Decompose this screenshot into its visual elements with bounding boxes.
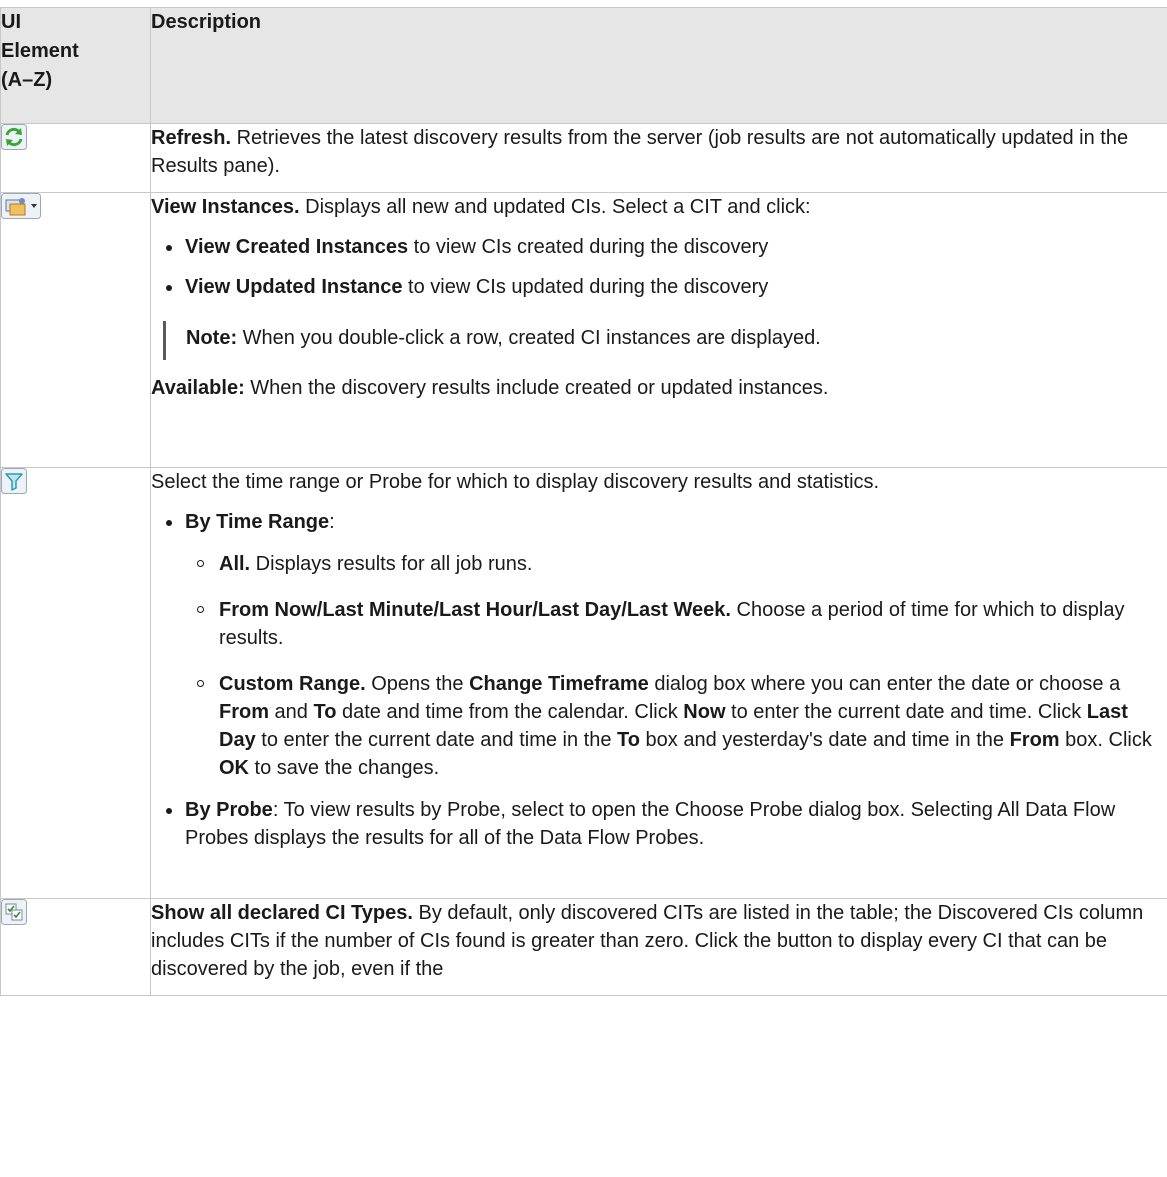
sub-bold: OK xyxy=(219,757,249,779)
header-ui-element: UI Element (A–Z) xyxy=(1,8,151,124)
list-item: By Probe: To view results by Probe, sele… xyxy=(151,796,1167,852)
note-label: Note: xyxy=(186,327,237,349)
sub-text: Displays results for all job runs. xyxy=(250,553,532,575)
sub-text: Opens the xyxy=(366,673,469,695)
sub-bold: Change Timeframe xyxy=(469,673,649,695)
icon-cell xyxy=(1,899,151,996)
bullet-title: By Time Range xyxy=(185,511,329,533)
list-item: View Created Instances to view CIs creat… xyxy=(151,233,1167,261)
sub-bold: From xyxy=(1010,729,1060,751)
sub-text: to save the changes. xyxy=(249,757,439,779)
header-ui-line3: (A–Z) xyxy=(1,66,150,95)
sub-text: to enter the current date and time. Clic… xyxy=(726,701,1087,723)
show-all-types-icon[interactable] xyxy=(1,899,27,933)
header-ui-line1: UI xyxy=(1,8,150,37)
refresh-icon[interactable] xyxy=(1,124,27,158)
icon-cell xyxy=(1,468,151,899)
sub-title: Custom Range. xyxy=(219,673,366,695)
bullet-title: View Created Instances xyxy=(185,236,408,258)
table-row-refresh: Refresh. Retrieves the latest discovery … xyxy=(1,124,1167,193)
description-cell: Show all declared CI Types. By default, … xyxy=(151,899,1167,996)
row-title: Show all declared CI Types. xyxy=(151,902,413,924)
note-box: Note: When you double-click a row, creat… xyxy=(163,321,1167,360)
row-text: Retrieves the latest discovery results f… xyxy=(151,127,1128,177)
sub-text: date and time from the calendar. Click xyxy=(336,701,683,723)
sub-text: to enter the current date and time in th… xyxy=(256,729,617,751)
list-item: View Updated Instance to view CIs update… xyxy=(151,273,1167,301)
sub-list-item: All. Displays results for all job runs. xyxy=(185,550,1167,578)
icon-cell xyxy=(1,193,151,468)
row-text: Select the time range or Probe for which… xyxy=(151,468,1167,496)
bullet-text: to view CIs created during the discovery xyxy=(408,236,768,258)
available-text: When the discovery results include creat… xyxy=(245,377,829,399)
row-text: Displays all new and updated CIs. Select… xyxy=(300,196,811,218)
description-cell: Select the time range or Probe for which… xyxy=(151,468,1167,899)
header-description: Description xyxy=(151,8,1167,124)
available-label: Available: xyxy=(151,377,245,399)
note-text: When you double-click a row, created CI … xyxy=(237,327,821,349)
sub-text: box and yesterday's date and time in the xyxy=(640,729,1010,751)
row-title: Refresh. xyxy=(151,127,231,149)
sub-bold: To xyxy=(313,701,336,723)
sub-text: box. Click xyxy=(1060,729,1152,751)
icon-cell xyxy=(1,124,151,193)
sub-text: and xyxy=(269,701,313,723)
list-item: By Time Range: All. Displays results for… xyxy=(151,508,1167,782)
filter-icon[interactable] xyxy=(1,468,27,502)
sub-title: From Now/Last Minute/Last Hour/Last Day/… xyxy=(219,599,731,621)
sub-bold: To xyxy=(617,729,640,751)
table-row-show-all-types: Show all declared CI Types. By default, … xyxy=(1,899,1167,996)
row-title: View Instances. xyxy=(151,196,300,218)
ui-elements-table: UI Element (A–Z) Description xyxy=(0,7,1167,996)
description-cell: Refresh. Retrieves the latest discovery … xyxy=(151,124,1167,193)
view-instances-icon[interactable] xyxy=(1,193,41,227)
header-row: UI Element (A–Z) Description xyxy=(1,8,1167,124)
description-cell: View Instances. Displays all new and upd… xyxy=(151,193,1167,468)
sub-text: dialog box where you can enter the date … xyxy=(649,673,1120,695)
bullet-title: View Updated Instance xyxy=(185,276,402,298)
table-row-filter: Select the time range or Probe for which… xyxy=(1,468,1167,899)
table-row-view-instances: View Instances. Displays all new and upd… xyxy=(1,193,1167,468)
sub-bold: Now xyxy=(683,701,725,723)
header-ui-line2: Element xyxy=(1,37,150,66)
sub-list-item: Custom Range. Opens the Change Timeframe… xyxy=(185,670,1167,782)
sub-bold: From xyxy=(219,701,269,723)
bullet-text: : xyxy=(329,511,335,533)
bullet-list: By Time Range: All. Displays results for… xyxy=(151,508,1167,852)
sub-title: All. xyxy=(219,553,250,575)
bullet-list: View Created Instances to view CIs creat… xyxy=(151,233,1167,301)
bullet-title: By Probe xyxy=(185,799,273,821)
sub-list-item: From Now/Last Minute/Last Hour/Last Day/… xyxy=(185,596,1167,652)
bullet-text: : To view results by Probe, select to op… xyxy=(185,799,1115,849)
sub-list: All. Displays results for all job runs. … xyxy=(185,550,1167,782)
bullet-text: to view CIs updated during the discovery xyxy=(402,276,768,298)
